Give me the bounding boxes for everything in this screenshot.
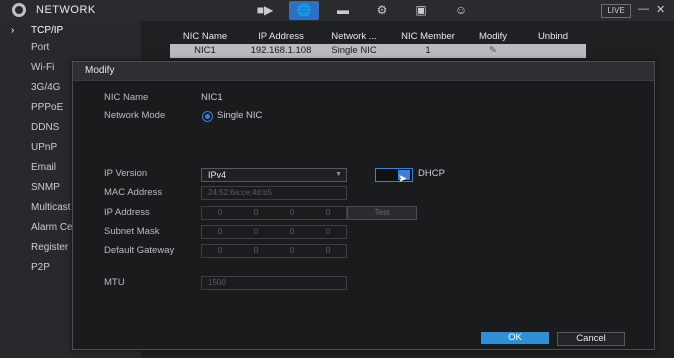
dhcp-label: DHCP bbox=[418, 168, 445, 179]
mac-address-value: 24:52:6a:ce:4d:b5 bbox=[208, 188, 273, 197]
live-button[interactable]: LIVE bbox=[601, 4, 631, 18]
sidebar-item-label: 3G/4G bbox=[31, 82, 61, 93]
dialog-title: Modify bbox=[85, 65, 115, 76]
single-nic-radio[interactable] bbox=[202, 111, 213, 122]
ip-octet: 0 bbox=[325, 246, 331, 255]
ip-octet: 0 bbox=[325, 227, 331, 236]
nic-name-label: NIC Name bbox=[104, 92, 149, 103]
sidebar-item-label: Register bbox=[31, 242, 69, 253]
modify-dialog: Modify NIC Name NIC1 Network Mode Single… bbox=[72, 61, 655, 350]
column-header: NIC Name bbox=[182, 31, 228, 42]
cancel-button[interactable]: Cancel bbox=[557, 332, 625, 346]
sidebar-item-label: SNMP bbox=[31, 182, 60, 193]
sidebar-item-label: P2P bbox=[31, 262, 50, 273]
chevron-down-icon: ▼ bbox=[335, 171, 342, 178]
sidebar-item-label: Wi-Fi bbox=[31, 62, 55, 73]
network-icon[interactable]: 🌐 bbox=[289, 1, 319, 20]
sidebar-item-label: Multicast bbox=[31, 202, 71, 213]
ip-octet: 0 bbox=[253, 208, 259, 217]
sidebar-item-label: Port bbox=[31, 42, 50, 53]
sidebar-item-label: UPnP bbox=[31, 142, 58, 153]
close-icon[interactable]: ✕ bbox=[656, 3, 665, 16]
column-header: IP Address bbox=[258, 31, 304, 42]
ip-octet: 0 bbox=[289, 208, 295, 217]
pencil-icon[interactable]: ✎ bbox=[468, 44, 518, 58]
sidebar-item-label: Email bbox=[31, 162, 57, 173]
camera-icon[interactable]: ■▶ bbox=[250, 1, 280, 20]
storage-icon[interactable]: ▬ bbox=[328, 1, 358, 20]
ip-octet: 0 bbox=[289, 227, 295, 236]
mac-address-field: 24:52:6a:ce:4d:b5 bbox=[201, 186, 347, 200]
nic-name-cell: NIC1 bbox=[194, 45, 216, 56]
ip-version-value: IPv4 bbox=[208, 170, 227, 180]
column-header: Network ... bbox=[331, 31, 377, 42]
unbind-cell[interactable] bbox=[524, 44, 582, 58]
nic-name-value: NIC1 bbox=[201, 92, 223, 103]
app-title: NETWORK bbox=[36, 4, 96, 16]
mtu-label: MTU bbox=[104, 277, 125, 288]
subnet-mask-field[interactable]: 0 0 0 0 bbox=[201, 225, 347, 239]
ip-address-label: IP Address bbox=[104, 207, 150, 218]
ip-version-select[interactable]: IPv4 ▼ bbox=[201, 168, 347, 182]
mtu-field: 1500 bbox=[201, 276, 347, 290]
column-header: Modify bbox=[479, 31, 507, 42]
security-icon[interactable]: ▣ bbox=[406, 1, 436, 20]
ip-octet: 0 bbox=[217, 208, 223, 217]
ip-octet: 0 bbox=[253, 227, 259, 236]
ip-octet: 0 bbox=[325, 208, 331, 217]
ip-octet: 0 bbox=[289, 246, 295, 255]
test-button[interactable]: Test bbox=[347, 206, 417, 220]
default-gateway-label: Default Gateway bbox=[104, 245, 175, 256]
column-header: NIC Member bbox=[401, 31, 455, 42]
ip-octet: 0 bbox=[217, 246, 223, 255]
ip-octet: 0 bbox=[253, 246, 259, 255]
default-gateway-field[interactable]: 0 0 0 0 bbox=[201, 244, 347, 258]
ip-octet: 0 bbox=[217, 227, 223, 236]
sidebar-item-port[interactable]: Port bbox=[0, 38, 141, 58]
minimize-icon[interactable]: — bbox=[638, 3, 649, 15]
network-mode-value: Single NIC bbox=[217, 110, 263, 121]
mouse-cursor-icon: ➤ bbox=[398, 173, 408, 185]
nic-member-cell: 1 bbox=[425, 45, 431, 56]
ok-button[interactable]: OK bbox=[481, 332, 549, 344]
table-row[interactable]: NIC1 192.168.1.108 Single NIC 1 ✎ bbox=[170, 44, 586, 58]
network-mode-label: Network Mode bbox=[104, 110, 166, 121]
top-bar: NETWORK ■▶ 🌐 ▬ ⚙ ▣ ☺ LIVE — ✕ bbox=[0, 0, 674, 22]
ip-address-cell: 192.168.1.108 bbox=[250, 45, 312, 56]
mtu-value: 1500 bbox=[208, 278, 226, 287]
network-mode-cell: Single NIC bbox=[331, 45, 377, 56]
column-header: Unbind bbox=[537, 31, 569, 42]
nic-table-header: NIC Name IP Address Network ... NIC Memb… bbox=[170, 30, 586, 44]
dhcp-toggle[interactable] bbox=[375, 168, 413, 182]
sidebar-item-label: PPPoE bbox=[31, 102, 64, 113]
dialog-header: Modify bbox=[73, 62, 654, 81]
ip-version-label: IP Version bbox=[104, 168, 148, 179]
ip-address-field[interactable]: 0 0 0 0 bbox=[201, 206, 347, 220]
mac-address-label: MAC Address bbox=[104, 187, 163, 198]
app-logo-icon bbox=[12, 3, 26, 17]
settings-icon[interactable]: ⚙ bbox=[367, 1, 397, 20]
account-icon[interactable]: ☺ bbox=[446, 1, 476, 20]
sidebar-item-label: DDNS bbox=[31, 122, 60, 133]
subnet-mask-label: Subnet Mask bbox=[104, 226, 160, 237]
